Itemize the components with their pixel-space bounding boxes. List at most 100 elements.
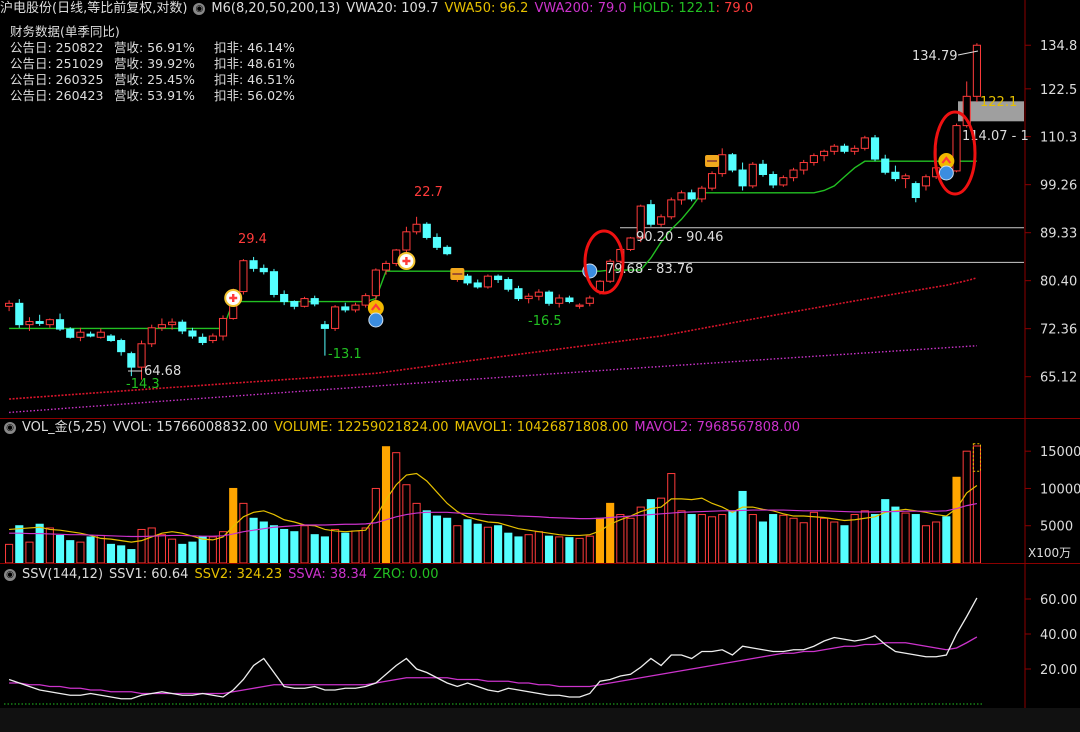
volume-bar — [5, 543, 14, 564]
candle-body — [657, 216, 666, 225]
volume-bar — [147, 527, 156, 564]
volume-bar — [239, 502, 248, 564]
candle-body — [96, 331, 105, 338]
volume-bar — [697, 514, 706, 564]
candle-body — [178, 321, 187, 332]
volume-bar — [361, 527, 370, 564]
volume-bar — [300, 525, 309, 564]
candle-body — [504, 279, 513, 290]
volume-bar — [432, 515, 442, 564]
zro-value: ZRO: 0.00 — [373, 567, 439, 582]
volume-bar — [463, 519, 472, 564]
vol-indicator-name[interactable]: VOL_金(5,25) — [22, 420, 107, 435]
volume-bar — [962, 450, 971, 564]
candle-body — [463, 275, 472, 284]
volume-bar — [351, 530, 360, 564]
volume-bar — [504, 532, 513, 564]
settings-icon[interactable]: ◉ — [4, 568, 16, 581]
volume-bar — [595, 517, 605, 564]
price-tick-label: 89.33 — [1040, 227, 1077, 242]
candle-body — [76, 331, 85, 338]
candle-body — [402, 231, 411, 251]
candle-body — [860, 137, 869, 149]
volume-bar — [422, 510, 431, 564]
profit-growth: 扣非: 48.61% — [214, 56, 295, 71]
candle-body — [738, 169, 747, 187]
volume-bar — [290, 531, 299, 564]
volume-bar — [127, 549, 136, 564]
candle-body — [494, 275, 503, 281]
price-panel-header: 沪电股份(日线,等比前复权,对数) ◉ M6(8,20,50,200,13) VWA2… — [0, 0, 759, 18]
level-range-label: 79.68 - 83.76 — [606, 262, 693, 277]
volume-bar — [15, 525, 24, 564]
price-tick-label: 99.26 — [1040, 179, 1077, 194]
low-change-label: -14.3 — [126, 377, 160, 392]
candle-body — [269, 271, 279, 295]
candle-body — [127, 353, 136, 368]
price-tick-label: 80.40 — [1040, 275, 1077, 290]
volume-bar — [799, 522, 808, 564]
volume-bar — [677, 510, 686, 564]
stock-chart[interactable]: 134.8 122.5 110.3 99.26 89.33 80.40 72.36 65.12… — [0, 0, 1080, 732]
volume-bar — [443, 517, 452, 564]
volume-bar — [341, 532, 350, 564]
volume-bar — [779, 514, 788, 564]
time-axis-bar[interactable] — [0, 708, 1080, 732]
low-change-label: -13.1 — [328, 347, 362, 362]
candle-body — [290, 301, 299, 307]
candle-body — [86, 333, 95, 337]
volume-bar — [331, 528, 340, 564]
stock-title[interactable]: 沪电股份(日线,等比前复权,对数) — [0, 1, 187, 16]
volume-bar — [117, 545, 126, 564]
volume-bar — [789, 517, 798, 564]
high-change-label: 29.4 — [238, 232, 267, 247]
volume-bar — [514, 536, 523, 564]
candle-body — [208, 335, 217, 342]
volume-bar — [310, 534, 319, 564]
volume-bar — [45, 527, 54, 564]
candle-body — [473, 282, 482, 288]
volume-bar — [901, 512, 910, 564]
candle-body — [432, 236, 442, 248]
candle-body — [35, 321, 44, 324]
report-date: 公告日: 251029 — [10, 56, 104, 71]
settings-icon[interactable]: ◉ — [193, 2, 206, 15]
candle-body — [840, 145, 849, 152]
candle-body — [524, 295, 533, 300]
volume-tick-label: 15000 — [1040, 445, 1080, 460]
blue-dot-icon — [368, 312, 384, 328]
ssva-value: SSVA: 38.34 — [288, 567, 368, 582]
candle-body — [310, 298, 319, 305]
financial-row: 公告日: 260325 营收: 25.45% 扣非: 46.51% — [10, 72, 295, 88]
candle-body — [351, 304, 360, 311]
price-tick-label: 65.12 — [1040, 371, 1077, 386]
candle-body — [911, 183, 920, 199]
candle-body — [585, 297, 594, 304]
volume-bar — [707, 516, 717, 564]
vwa50-value: VWA50: 96.2 — [444, 1, 529, 16]
candle-body — [544, 291, 554, 304]
volume-bar — [249, 517, 258, 564]
hold-secondary: : 79.0 — [715, 1, 754, 16]
candle-body — [697, 187, 706, 200]
volume-bar — [820, 517, 829, 564]
volume-bar — [952, 476, 961, 564]
candle-body — [218, 317, 228, 337]
candle-body — [870, 137, 880, 160]
volume-bar — [881, 499, 890, 564]
price-tick-label: 134.8 — [1040, 39, 1077, 54]
candle-body — [147, 327, 156, 345]
candle-body — [381, 262, 391, 271]
candle-body — [667, 199, 676, 218]
ssv-indicator-name[interactable]: SSV(144,12) — [22, 567, 103, 582]
candle-body — [331, 306, 340, 329]
ssv-tick-label: 60.00 — [1040, 593, 1077, 608]
settings-icon[interactable]: ◉ — [4, 421, 16, 434]
candle-body — [830, 145, 839, 152]
candle-body — [687, 192, 696, 200]
volume-bar — [687, 514, 696, 564]
high-change-label: 22.7 — [414, 185, 443, 200]
ssva-line — [9, 636, 978, 695]
candle-body — [361, 295, 370, 306]
hold-price-label: 122.1 — [980, 95, 1017, 110]
